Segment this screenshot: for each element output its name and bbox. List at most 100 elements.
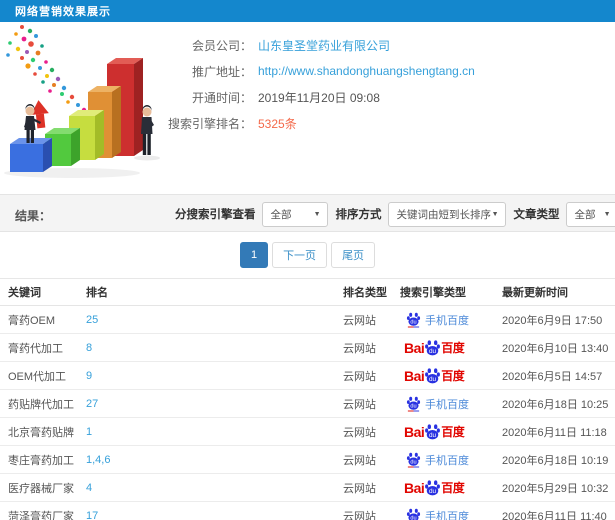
pagination: 1 下一页 尾页 xyxy=(239,242,376,268)
search-engine-logo: du 手机百度 Bai xyxy=(400,418,502,445)
article-type-label: 文章类型 xyxy=(513,209,560,221)
keyword-cell: 北京膏药贴牌 xyxy=(0,417,86,446)
open-time-value: 2019年11月20日 09:08 xyxy=(258,90,380,105)
baidu-bai-text: Bai xyxy=(404,340,425,356)
updated-cell: 2020年6月18日 10:25 xyxy=(502,389,615,418)
baidu-paw-icon: du xyxy=(406,452,421,468)
svg-text:du: du xyxy=(429,488,437,495)
rank-link[interactable]: 1 xyxy=(86,426,92,438)
rank-link[interactable]: 9 xyxy=(86,370,92,382)
rank-type-cell: 云网站 xyxy=(343,361,400,390)
table-row: 膏药OEM 25 云网站 du 手机百度 2020年6月9日 17:50 xyxy=(0,305,615,334)
info-row-company: 会员公司： 山东皇圣堂药业有限公司 xyxy=(162,32,615,58)
updated-cell: 2020年5月29日 10:32 xyxy=(502,473,615,502)
table-header-row: 关键词 排名 排名类型 搜索引擎类型 最新更新时间 xyxy=(0,278,615,306)
col-updated: 最新更新时间 xyxy=(502,278,615,306)
rank-link[interactable]: 8 xyxy=(86,342,92,354)
svg-text:du: du xyxy=(429,376,437,383)
engine-filter-label: 分搜索引擎查看 xyxy=(175,209,256,221)
engine-filter-value: 全部 xyxy=(270,208,292,221)
table-row: 北京膏药贴牌 1 云网站 du xyxy=(0,417,615,446)
rank-cell: 9 xyxy=(86,361,343,390)
rank-cell: 17 xyxy=(86,501,343,520)
mobile-baidu-label: 手机百度 xyxy=(425,398,469,411)
promo-url-link[interactable]: http://www.shandonghuangshengtang.cn xyxy=(258,64,475,78)
rank-type-cell: 云网站 xyxy=(343,333,400,362)
table-row: OEM代加工 9 云网站 du xyxy=(0,361,615,390)
rank-type-cell: 云网站 xyxy=(343,501,400,520)
baidu-paw-icon: du xyxy=(425,424,441,440)
rank-link[interactable]: 1,4,6 xyxy=(86,454,110,466)
chevron-down-icon: ▼ xyxy=(603,210,611,218)
search-engine-logo: du 手机百度 Bai xyxy=(400,362,502,389)
pc-baidu-logo: Bai du 百度 xyxy=(404,367,465,384)
mobile-baidu-label: 手机百度 xyxy=(425,454,469,467)
col-engine-type: 搜索引擎类型 xyxy=(400,278,502,306)
mobile-baidu-logo: du 手机百度 xyxy=(406,507,469,520)
search-engine-logo: du 手机百度 Bai xyxy=(400,334,502,361)
rank-link[interactable]: 4 xyxy=(86,482,92,494)
svg-text:du: du xyxy=(410,516,416,520)
marketing-report-page: 网络营销效果展示 会员公司： 山东皇圣堂药业有限公司 推广地址： http://… xyxy=(0,0,615,520)
engine-cell: du 手机百度 Bai xyxy=(400,333,502,362)
baidu-cn-text: 百度 xyxy=(441,369,465,383)
keyword-cell: OEM代加工 xyxy=(0,361,86,390)
member-info-section: 会员公司： 山东皇圣堂药业有限公司 推广地址： http://www.shand… xyxy=(0,22,615,194)
updated-cell: 2020年6月18日 10:19 xyxy=(502,445,615,474)
keyword-cell: 枣庄膏药加工 xyxy=(0,445,86,474)
rank-link[interactable]: 17 xyxy=(86,510,98,520)
search-engine-logo: du 手机百度 Bai xyxy=(400,390,502,417)
sort-label: 排序方式 xyxy=(335,209,382,221)
mobile-baidu-label: 手机百度 xyxy=(425,314,469,327)
rank-cell: 4 xyxy=(86,473,343,502)
updated-cell: 2020年6月10日 13:40 xyxy=(502,333,615,362)
table-row: 枣庄膏药加工 1,4,6 云网站 du 手机百度 2020年6月18日 10:1… xyxy=(0,445,615,474)
last-page-button[interactable]: 尾页 xyxy=(331,242,376,268)
baidu-bai-text: Bai xyxy=(404,424,425,440)
ranking-count-value: 5325条 xyxy=(258,116,297,131)
chevron-down-icon: ▼ xyxy=(491,210,499,218)
engine-cell: du 手机百度 Bai xyxy=(400,501,502,520)
search-engine-logo: du 手机百度 Bai xyxy=(400,306,502,333)
baidu-paw-icon: du xyxy=(406,312,421,328)
rank-link[interactable]: 27 xyxy=(86,398,98,410)
mobile-baidu-logo: du 手机百度 xyxy=(406,451,469,468)
table-row: 膏药代加工 8 云网站 du xyxy=(0,333,615,362)
engine-cell: du 手机百度 Bai xyxy=(400,473,502,502)
mobile-baidu-logo: du 手机百度 xyxy=(406,395,469,412)
page-1-button[interactable]: 1 xyxy=(239,242,269,268)
updated-cell: 2020年6月5日 14:57 xyxy=(502,361,615,390)
baidu-paw-icon: du xyxy=(406,396,421,412)
search-engine-logo: du 手机百度 Bai xyxy=(400,502,502,520)
bar-blue xyxy=(10,138,52,172)
confetti-dots xyxy=(6,25,98,123)
rank-link[interactable]: 25 xyxy=(86,314,98,326)
engine-filter-select[interactable]: 全部 ▼ xyxy=(261,201,328,227)
rank-cell: 25 xyxy=(86,305,343,334)
keyword-cell: 膏药代加工 xyxy=(0,333,86,362)
sort-select[interactable]: 关键词由短到长排序 ▼ xyxy=(387,201,506,227)
article-type-select[interactable]: 全部 ▼ xyxy=(565,201,615,227)
next-page-button[interactable]: 下一页 xyxy=(272,242,328,268)
updated-cell: 2020年6月11日 11:18 xyxy=(502,417,615,446)
svg-text:du: du xyxy=(410,404,416,410)
businessman-right xyxy=(141,105,154,155)
rank-type-cell: 云网站 xyxy=(343,389,400,418)
baidu-paw-icon: du xyxy=(406,508,421,520)
info-row-ranking-count: 搜索引擎排名： 5325条 xyxy=(162,110,615,136)
rank-type-cell: 云网站 xyxy=(343,305,400,334)
mobile-baidu-label: 手机百度 xyxy=(425,510,469,520)
pagination-wrap: 1 下一页 尾页 xyxy=(0,232,615,278)
article-type-value: 全部 xyxy=(574,208,596,221)
rank-cell: 1,4,6 xyxy=(86,445,343,474)
rank-cell: 8 xyxy=(86,333,343,362)
svg-text:du: du xyxy=(429,432,437,439)
table-row: 菏泽膏药厂家 17 云网站 du 手机百度 2020年6月11日 11:40 xyxy=(0,501,615,520)
engine-cell: du 手机百度 Bai xyxy=(400,305,502,334)
baidu-cn-text: 百度 xyxy=(441,341,465,355)
baidu-bai-text: Bai xyxy=(404,480,425,496)
growth-bar-chart-illustration xyxy=(4,25,160,178)
baidu-bai-text: Bai xyxy=(404,368,425,384)
baidu-paw-icon: du xyxy=(425,340,441,356)
company-link[interactable]: 山东皇圣堂药业有限公司 xyxy=(258,37,390,54)
